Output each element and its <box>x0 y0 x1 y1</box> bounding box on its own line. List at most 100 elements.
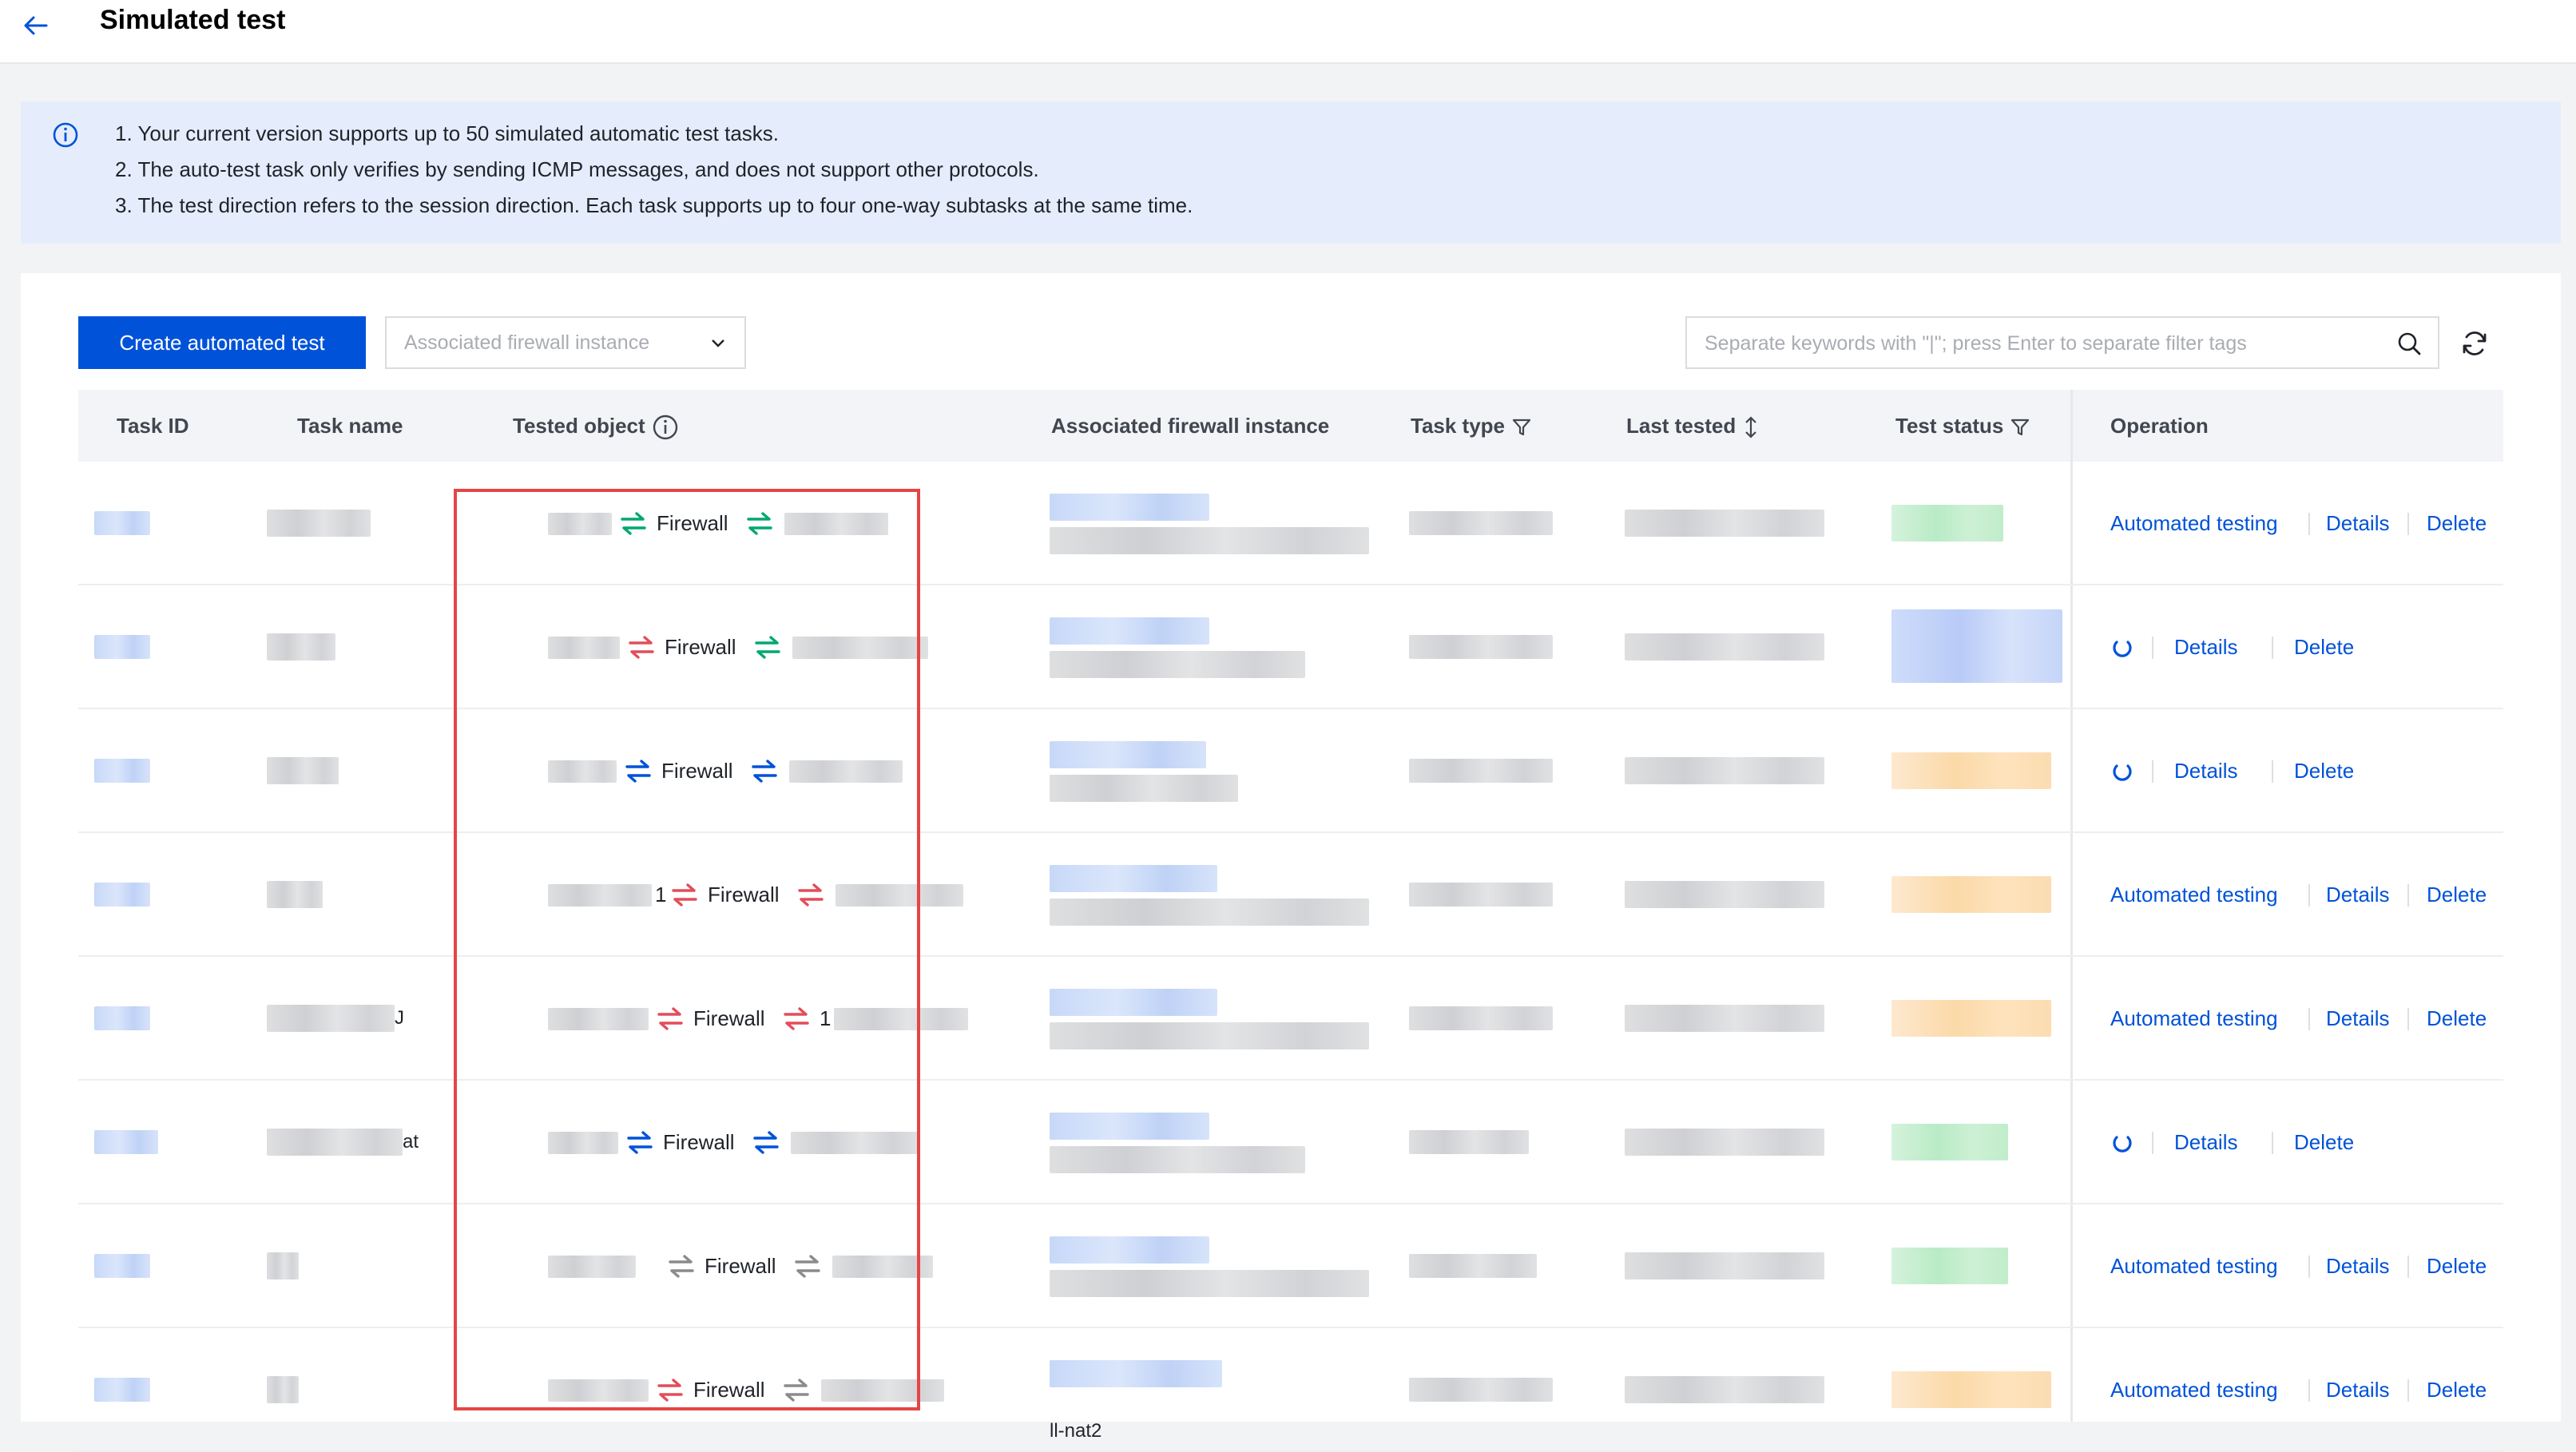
details-link[interactable]: Details <box>2326 1204 2389 1328</box>
loading-spinner-icon <box>2113 1136 2132 1152</box>
details-link[interactable]: Details <box>2174 709 2237 833</box>
info-icon[interactable] <box>652 414 679 441</box>
operation-separator <box>2407 513 2409 535</box>
details-link[interactable]: Details <box>2174 585 2237 709</box>
direction-arrow-icon <box>753 1131 779 1154</box>
direction-arrow-icon <box>784 1379 809 1402</box>
column-task-type[interactable]: Task type <box>1411 390 1532 462</box>
automated-testing-link[interactable]: Automated testing <box>2110 957 2278 1081</box>
page-header: Simulated test <box>0 0 2576 64</box>
sort-icon[interactable] <box>1742 415 1760 439</box>
firewall-label: Firewall <box>663 1130 735 1154</box>
destination-object <box>792 637 928 659</box>
delete-link[interactable]: Delete <box>2294 1081 2354 1204</box>
delete-link[interactable]: Delete <box>2294 709 2354 833</box>
operation-separator <box>2407 884 2409 907</box>
automated-testing-link[interactable]: Automated testing <box>2110 1204 2278 1328</box>
status-badge <box>1891 1000 2051 1037</box>
firewall-instance-id <box>1050 617 1209 645</box>
destination-object <box>834 1008 968 1030</box>
automated-testing-link[interactable]: Automated testing <box>2110 833 2278 957</box>
destination-object-prefix: 1 <box>820 1006 832 1030</box>
last-tested-value <box>1625 510 1824 537</box>
chevron-down-icon <box>712 339 724 347</box>
task-type-value <box>1409 1378 1553 1402</box>
operation-separator <box>2152 637 2153 659</box>
firewall-instance-name <box>1050 1146 1305 1173</box>
refresh-icon[interactable] <box>2459 327 2491 359</box>
task-name-value <box>267 757 339 784</box>
last-tested-value <box>1625 757 1824 784</box>
back-arrow-icon[interactable] <box>19 10 51 42</box>
column-tested-object: Tested object <box>513 390 679 462</box>
firewall-label: Firewall <box>665 635 736 659</box>
direction-arrow-icon <box>627 1131 653 1154</box>
source-object <box>548 1008 649 1030</box>
automated-testing-link[interactable]: Automated testing <box>2110 462 2278 585</box>
details-link[interactable]: Details <box>2326 1328 2389 1452</box>
operation-separator <box>2152 1132 2153 1154</box>
status-badge <box>1891 1124 2008 1160</box>
loading-spinner-icon <box>2113 764 2132 781</box>
delete-link[interactable]: Delete <box>2427 1204 2487 1328</box>
firewall-label: Firewall <box>708 883 780 907</box>
firewall-instance-name <box>1050 651 1305 678</box>
search-input[interactable] <box>1703 324 2361 363</box>
task-name-value <box>267 510 371 537</box>
column-task-id: Task ID <box>117 414 189 438</box>
destination-object <box>836 884 963 907</box>
task-type-value <box>1409 759 1553 783</box>
delete-link[interactable]: Delete <box>2427 462 2487 585</box>
operation-separator <box>2272 760 2273 783</box>
delete-link[interactable]: Delete <box>2427 957 2487 1081</box>
select-placeholder: Associated firewall instance <box>404 331 650 354</box>
destination-object <box>821 1379 944 1402</box>
operation-separator <box>2308 513 2310 535</box>
delete-link[interactable]: Delete <box>2427 833 2487 957</box>
task-name-value <box>267 633 335 661</box>
source-object <box>548 1256 636 1278</box>
status-badge <box>1891 876 2051 913</box>
details-link[interactable]: Details <box>2326 462 2389 585</box>
table-row: J Firewall 1 Automated testing Details D… <box>78 957 2503 1081</box>
task-id-value <box>94 511 150 535</box>
automated-testing-link[interactable]: Automated testing <box>2110 1328 2278 1452</box>
firewall-instance-select[interactable]: Associated firewall instance <box>385 316 746 369</box>
tested-object: Firewall <box>510 709 989 833</box>
delete-link[interactable]: Delete <box>2294 585 2354 709</box>
last-tested-value <box>1625 633 1824 661</box>
column-last-tested[interactable]: Last tested <box>1626 390 1760 462</box>
direction-arrow-icon <box>625 760 651 783</box>
column-test-status[interactable]: Test status <box>1895 390 2030 462</box>
source-object <box>548 1132 618 1154</box>
details-link[interactable]: Details <box>2174 1081 2237 1204</box>
firewall-instance-name <box>1050 775 1238 802</box>
column-task-name: Task name <box>297 414 403 438</box>
source-object <box>548 1379 649 1402</box>
task-id-value <box>94 635 150 659</box>
task-name-value <box>267 1005 395 1032</box>
firewall-label: Firewall <box>705 1254 776 1278</box>
direction-arrow-icon <box>784 1007 809 1030</box>
firewall-label: Firewall <box>693 1378 765 1402</box>
direction-arrow-icon <box>755 636 780 659</box>
task-id-value <box>94 1130 158 1154</box>
direction-arrow-icon <box>669 1255 694 1278</box>
filter-icon[interactable] <box>1511 417 1532 438</box>
search-icon[interactable] <box>2395 329 2423 358</box>
firewall-instance-name-text: ll-nat2 <box>1050 1420 1102 1442</box>
tested-object: Firewall 1 <box>510 957 989 1081</box>
task-name-value <box>267 881 323 908</box>
task-name-value <box>267 1252 299 1279</box>
details-link[interactable]: Details <box>2326 833 2389 957</box>
column-operation: Operation <box>2110 414 2209 438</box>
destination-object <box>791 1132 919 1154</box>
details-link[interactable]: Details <box>2326 957 2389 1081</box>
task-id-value <box>94 883 150 907</box>
delete-link[interactable]: Delete <box>2427 1328 2487 1452</box>
operation-separator <box>2272 1132 2273 1154</box>
operation-separator <box>2308 1008 2310 1030</box>
direction-arrow-icon <box>629 636 654 659</box>
filter-icon[interactable] <box>2010 417 2030 438</box>
create-automated-test-button[interactable]: Create automated test <box>78 316 366 369</box>
